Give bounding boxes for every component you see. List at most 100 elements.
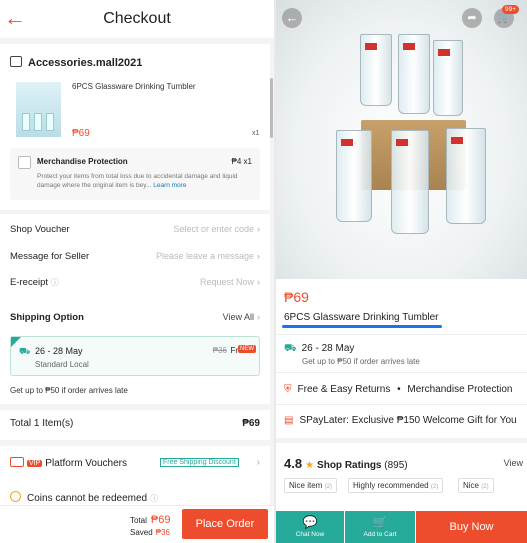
shop-ratings: 4.8 ★ Shop Ratings (895) (284, 456, 408, 471)
merch-protection-label: Merchandise Protection (407, 384, 513, 395)
new-tag: NEW (238, 345, 256, 353)
divider (276, 334, 527, 335)
merch-protection-checkbox[interactable] (18, 156, 31, 169)
buy-now-button[interactable]: Buy Now (416, 511, 527, 543)
truck-icon: ⛟ (19, 346, 31, 356)
divider (276, 404, 527, 405)
coins-label: Coins cannot be redeemed (27, 493, 148, 504)
divider (0, 404, 270, 410)
saved-line: Saved ₱36 (130, 528, 170, 537)
glass-image (446, 128, 486, 224)
shop-voucher-label: Shop Voucher (10, 224, 70, 235)
chevron-right-icon: › (257, 251, 260, 261)
merch-protection-desc: Protect your items from total loss due t… (37, 172, 257, 190)
total-items-value: ₱69 (242, 418, 260, 429)
platform-vouchers-label: Platform Vouchers (45, 458, 128, 469)
rating-label: Shop Ratings (317, 460, 382, 471)
rating-chip[interactable]: Nice (2) (458, 478, 494, 493)
truck-icon: ⛟ (284, 343, 297, 354)
cart-count-badge: 99+ (502, 5, 520, 14)
product-thumbnail[interactable] (16, 82, 61, 137)
late-guarantee-note: Get up to ₱50 if order arrives late (10, 386, 128, 395)
chip-label: Highly recommended (353, 481, 429, 490)
chat-now-label: Chat Now (295, 531, 325, 538)
star-icon: ★ (305, 460, 315, 471)
chevron-right-icon: › (256, 457, 260, 468)
product-footer: 💬 Chat Now 🛒 Add to Cart Buy Now (276, 511, 527, 543)
view-all-label: View All (222, 312, 254, 322)
page-title: Checkout (103, 10, 171, 27)
platform-vouchers-row[interactable]: VIP Platform Vouchers Free Shipping Disco… (10, 457, 260, 473)
checkout-footer: Total ₱69 Saved ₱36 Place Order (0, 505, 274, 543)
glass-image (336, 130, 372, 222)
shipping-dates: 26 - 28 May (35, 346, 83, 356)
view-ratings-link[interactable]: View (504, 458, 523, 468)
chat-now-button[interactable]: 💬 Chat Now (276, 511, 344, 543)
product-image[interactable]: ← ➦ 🛒 99+ (276, 0, 527, 279)
shipping-dates: 26 - 28 May (301, 343, 355, 354)
divider (276, 372, 527, 373)
place-order-button[interactable]: Place Order (182, 509, 268, 539)
help-icon[interactable]: ⓘ (51, 278, 59, 287)
rating-chip[interactable]: Nice item (2) (284, 478, 337, 493)
message-input[interactable]: Please leave a message (156, 251, 254, 261)
product-name: 6PCS Glassware Drinking Tumbler (72, 82, 196, 91)
merch-protection-title: Merchandise Protection (37, 157, 128, 166)
ereceipt-value: Request Now (199, 277, 254, 287)
shield-icon: ⛨ (284, 384, 292, 395)
spaylater-icon: ▤ (284, 415, 294, 426)
merch-protection-price: ₱4 x1 (231, 157, 252, 166)
chip-label: Nice (463, 481, 480, 490)
shipping-option-label: Shipping Option (10, 312, 84, 323)
add-to-cart-button[interactable]: 🛒 Add to Cart (345, 511, 415, 543)
chat-icon: 💬 (302, 515, 318, 529)
checkout-panel: ← Checkout Accessories.mall2021 6PCS Gla… (0, 0, 274, 543)
glass-image (433, 40, 463, 116)
spaylater-row[interactable]: ▤ SPayLater: Exclusive ₱150 Welcome Gift … (284, 415, 517, 426)
cart-plus-icon: 🛒 (372, 515, 388, 529)
help-icon[interactable]: ⓘ (150, 494, 158, 503)
view-all-shipping[interactable]: View All › (223, 312, 260, 322)
section-gap (276, 438, 527, 443)
rating-chip[interactable]: Highly recommended (2) (348, 478, 444, 493)
shipping-option-row: Shipping Option View All › (10, 312, 260, 328)
total-items-label: Total 1 Item(s) (10, 418, 74, 429)
chevron-right-icon: › (257, 277, 260, 287)
shipping-service: Standard Local (35, 360, 89, 369)
title-underline (282, 325, 442, 328)
guarantees-row[interactable]: ⛨ Free & Easy Returns • Merchandise Prote… (284, 384, 512, 395)
ereceipt-label: E-receipt (10, 277, 49, 288)
chevron-right-icon: › (257, 312, 260, 322)
spaylater-label: SPayLater: Exclusive ₱150 Welcome Gift f… (299, 415, 517, 426)
shop-icon (10, 56, 22, 67)
add-to-cart-label: Add to Cart (363, 531, 397, 538)
shipping-option-card[interactable]: ⛟ 26 - 28 May Standard Local ₱36 Free NE… (10, 336, 260, 376)
product-price: ₱69 (284, 289, 309, 305)
total-value: ₱69 (150, 514, 171, 526)
shop-row[interactable]: Accessories.mall2021 (10, 56, 142, 69)
rating-count: (895) (384, 460, 408, 471)
scrollbar[interactable] (270, 78, 273, 138)
shop-voucher-row[interactable]: Shop Voucher Select or enter code › (10, 224, 260, 240)
total-label: Total (130, 516, 147, 525)
rating-score: 4.8 (284, 456, 303, 471)
learn-more-link[interactable]: Learn more (153, 182, 186, 189)
chip-label: Nice item (289, 481, 323, 490)
share-icon[interactable]: ➦ (462, 8, 482, 28)
product-panel: ← ➦ 🛒 99+ ₱69 6PCS Glassware Drinking Tu… (276, 0, 527, 543)
chip-count: (2) (430, 484, 439, 490)
message-row[interactable]: Message for Seller Please leave a messag… (10, 251, 260, 267)
total-items-row: Total 1 Item(s) ₱69 (10, 418, 260, 434)
separator-dot: • (397, 384, 401, 395)
chevron-right-icon: › (257, 224, 260, 234)
back-arrow-icon[interactable]: ← (282, 8, 302, 28)
coins-row: Coins cannot be redeemed ⓘ (10, 491, 158, 504)
shipping-row[interactable]: ⛟ 26 - 28 May (284, 343, 354, 356)
ereceipt-row[interactable]: E-receipt ⓘ Request Now › (10, 277, 260, 293)
vip-badge: VIP (27, 460, 43, 467)
shop-name: Accessories.mall2021 (28, 57, 143, 69)
glass-image (360, 34, 392, 106)
glass-image (391, 130, 429, 234)
shipping-old-price: ₱36 (212, 346, 227, 355)
late-guarantee-note: Get up to ₱50 if order arrives late (302, 357, 420, 366)
